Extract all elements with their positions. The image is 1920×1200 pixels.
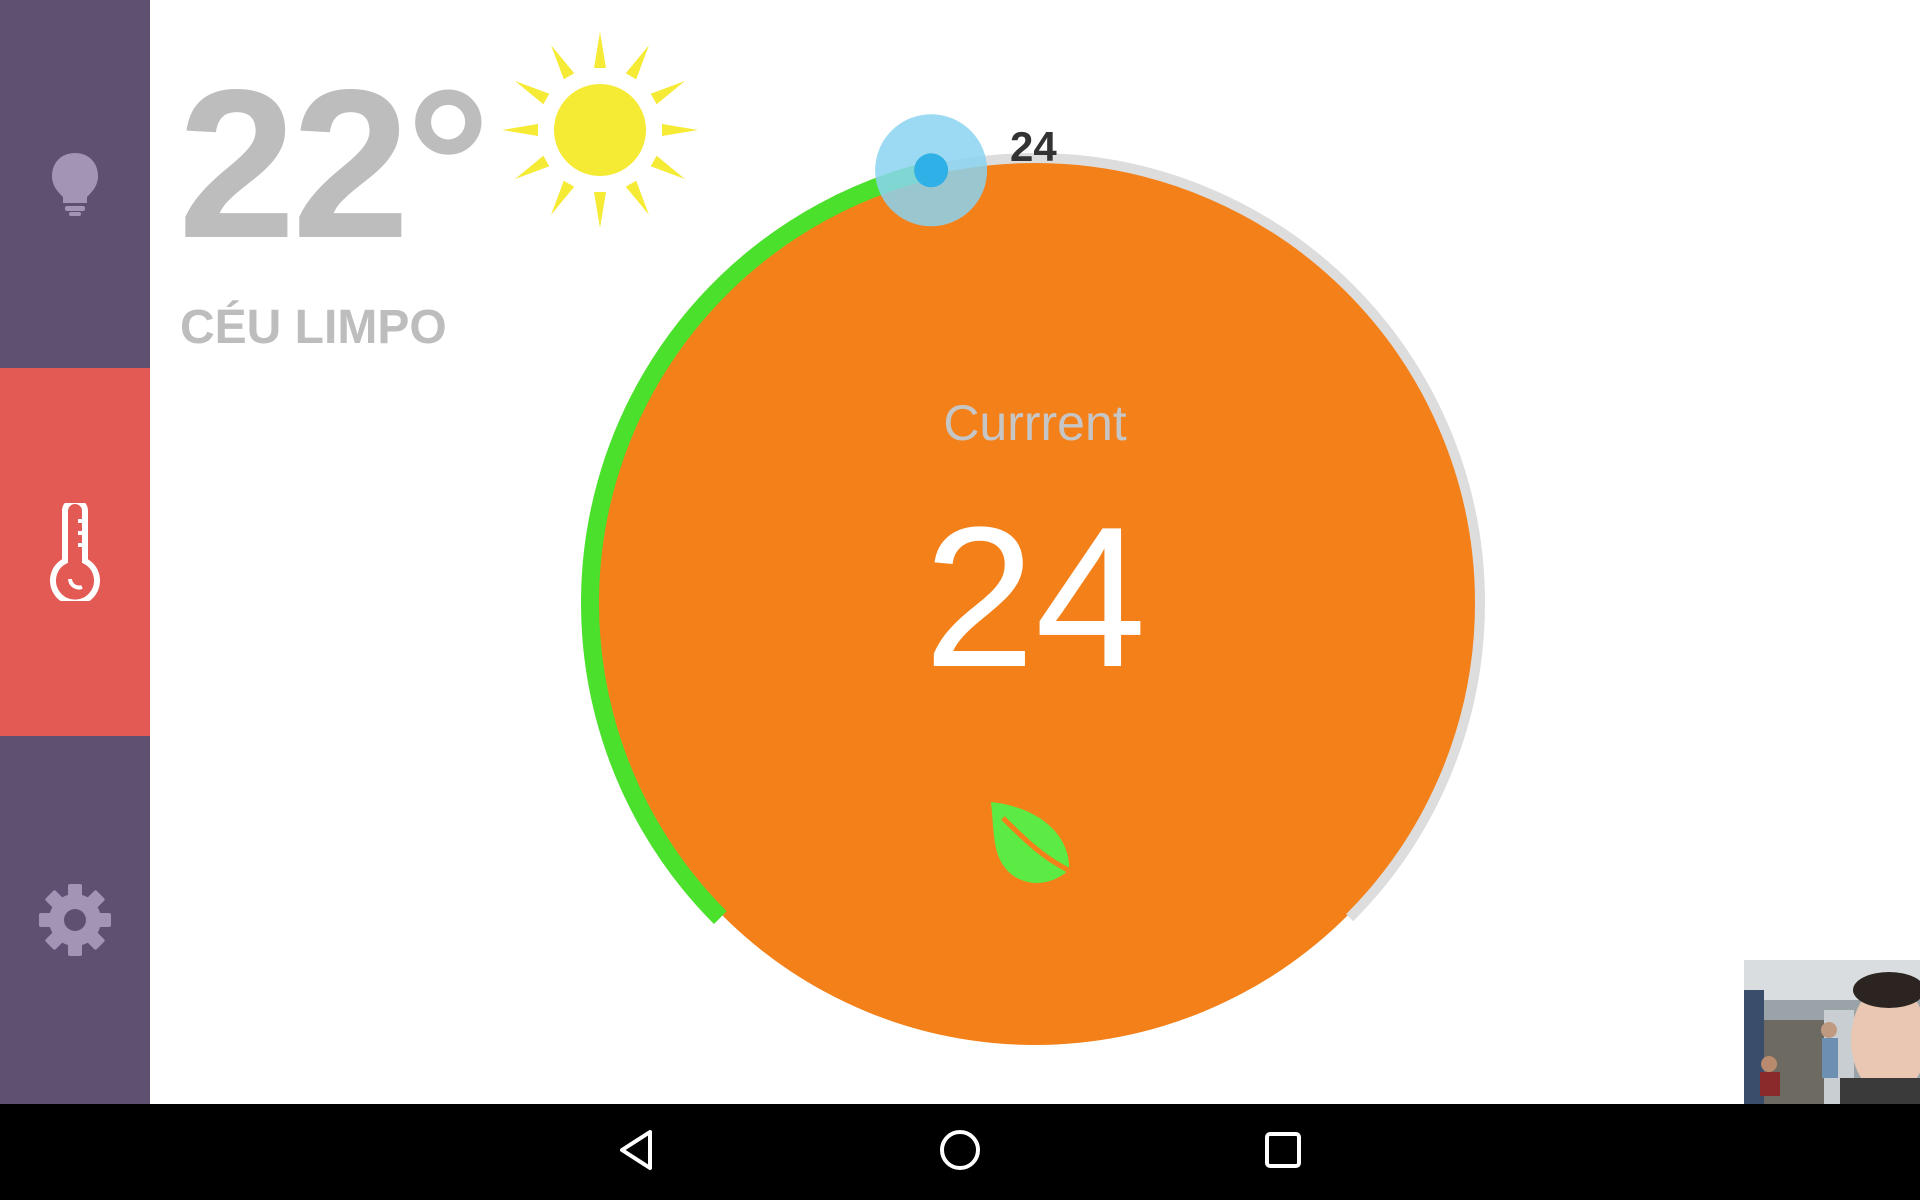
sidebar-item-temperature[interactable]: [0, 368, 150, 736]
setpoint-label: 24: [1010, 123, 1057, 170]
weather-condition: CÉU LIMPO: [180, 301, 447, 354]
video-call-thumbnail[interactable]: [1744, 960, 1920, 1104]
leaf-icon: [985, 800, 1085, 895]
recents-icon: [1263, 1130, 1303, 1175]
back-icon: [616, 1128, 656, 1177]
sidebar-item-settings[interactable]: [0, 736, 150, 1104]
gear-icon: [37, 882, 113, 958]
nav-recents-button[interactable]: [1251, 1124, 1315, 1180]
current-label: Currrent: [943, 395, 1127, 451]
thermometer-icon: [48, 503, 102, 601]
sidebar-item-lights[interactable]: [0, 0, 150, 368]
nav-back-button[interactable]: [604, 1124, 668, 1180]
navigation-bar: [0, 1104, 1920, 1200]
home-icon: [938, 1128, 982, 1177]
current-temperature: 24: [923, 486, 1147, 709]
setpoint-knob[interactable]: [875, 114, 988, 227]
lightbulb-icon: [50, 151, 100, 217]
sidebar: [0, 0, 150, 1104]
weather-temperature: 22°: [178, 45, 491, 282]
nav-home-button[interactable]: [928, 1124, 992, 1180]
